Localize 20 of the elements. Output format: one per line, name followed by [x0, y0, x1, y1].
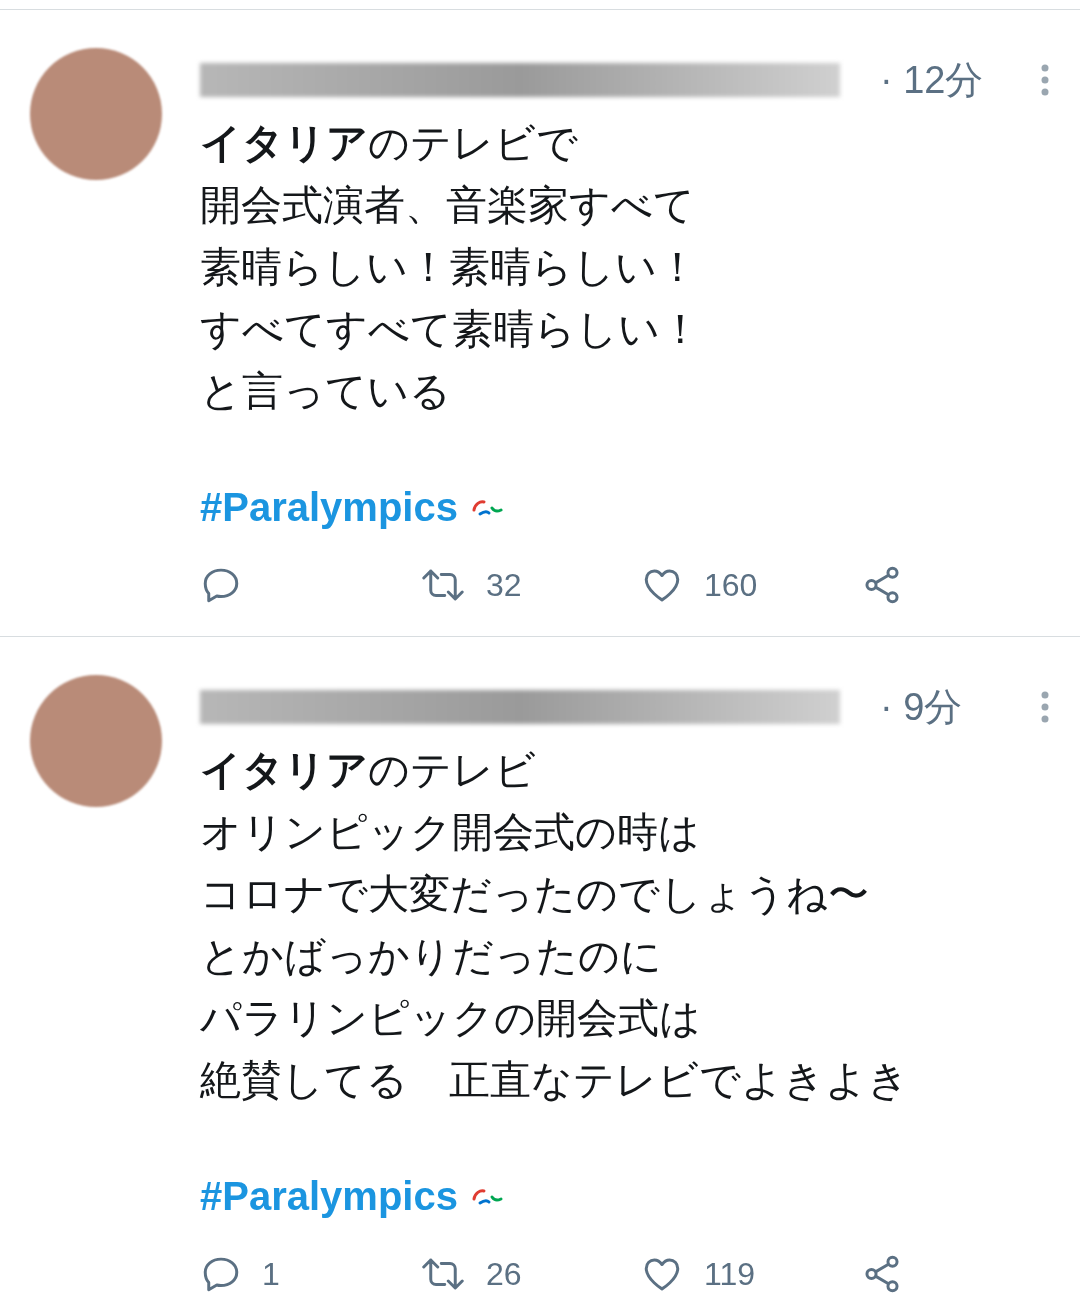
tweet-text-line: とかばっかりだったのに — [200, 932, 662, 981]
retweet-count: 32 — [486, 566, 522, 605]
like-count: 160 — [704, 566, 758, 605]
tweet-text-line: 絶賛してる 正直なテレビでよきよき — [200, 1056, 909, 1105]
timestamp: · 12分 — [880, 57, 984, 103]
tweet-text-line: 開会式演者、音楽家すべて — [200, 181, 695, 230]
tweet-text-line: イタリアのテレビ — [200, 746, 536, 795]
reply-count: 1 — [262, 1255, 280, 1294]
tweet-text-line: オリンピック開会式の時は — [200, 808, 700, 857]
tweet-text-line: 素晴らしい！素晴らしい！ — [200, 243, 698, 292]
tweet-text-line: パラリンピックの開会式は — [200, 994, 701, 1043]
timestamp: · 9分 — [880, 684, 963, 730]
hashtag-link[interactable]: #Paralympics — [200, 1166, 458, 1226]
tweet-text-line: コロナで大変だったのでしょうね〜 — [200, 870, 869, 919]
tweet-text-line: イタリアのテレビで — [200, 119, 578, 168]
retweet-count: 26 — [486, 1255, 522, 1294]
tweet-text-line: すべてすべて素晴らしい！ — [200, 305, 701, 354]
hashtag-link[interactable]: #Paralympics — [200, 477, 458, 537]
tweet-text-line: と言っている — [200, 367, 451, 416]
like-count: 119 — [704, 1255, 755, 1294]
